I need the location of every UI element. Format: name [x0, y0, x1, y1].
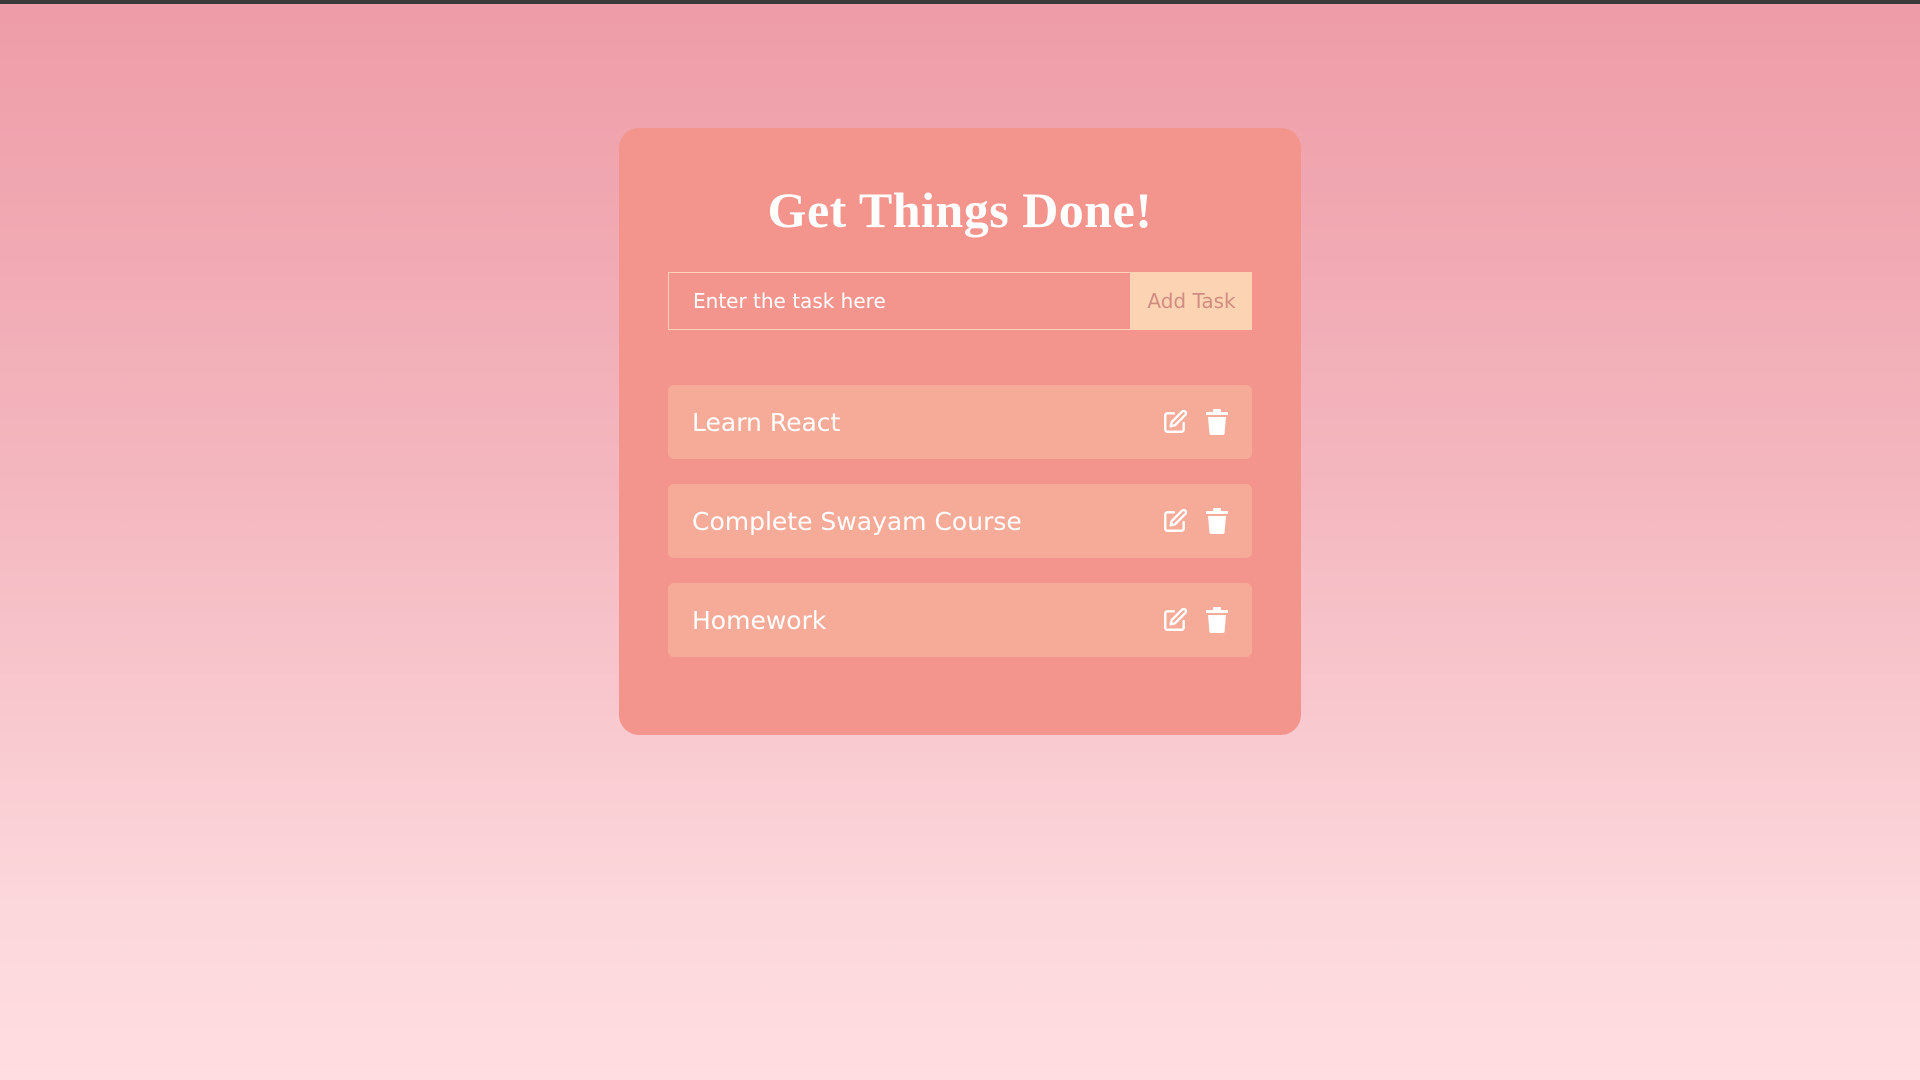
task-actions: [1162, 507, 1230, 535]
trash-icon[interactable]: [1204, 507, 1230, 535]
todo-card: Get Things Done! Add Task Learn React: [619, 128, 1301, 735]
task-input[interactable]: [668, 272, 1131, 330]
task-actions: [1162, 606, 1230, 634]
task-list: Learn React Complete Swayam Course Homew…: [668, 385, 1252, 657]
edit-icon[interactable]: [1162, 606, 1188, 634]
task-item: Complete Swayam Course: [668, 484, 1252, 558]
task-actions: [1162, 408, 1230, 436]
task-label: Homework: [692, 605, 827, 635]
trash-icon[interactable]: [1204, 606, 1230, 634]
trash-icon[interactable]: [1204, 408, 1230, 436]
add-task-form: Add Task: [668, 272, 1252, 330]
edit-icon[interactable]: [1162, 408, 1188, 436]
edit-icon[interactable]: [1162, 507, 1188, 535]
task-label: Learn React: [692, 407, 841, 437]
task-item: Homework: [668, 583, 1252, 657]
add-task-button[interactable]: Add Task: [1131, 272, 1252, 330]
task-label: Complete Swayam Course: [692, 506, 1022, 536]
app-title: Get Things Done!: [767, 182, 1153, 238]
task-item: Learn React: [668, 385, 1252, 459]
